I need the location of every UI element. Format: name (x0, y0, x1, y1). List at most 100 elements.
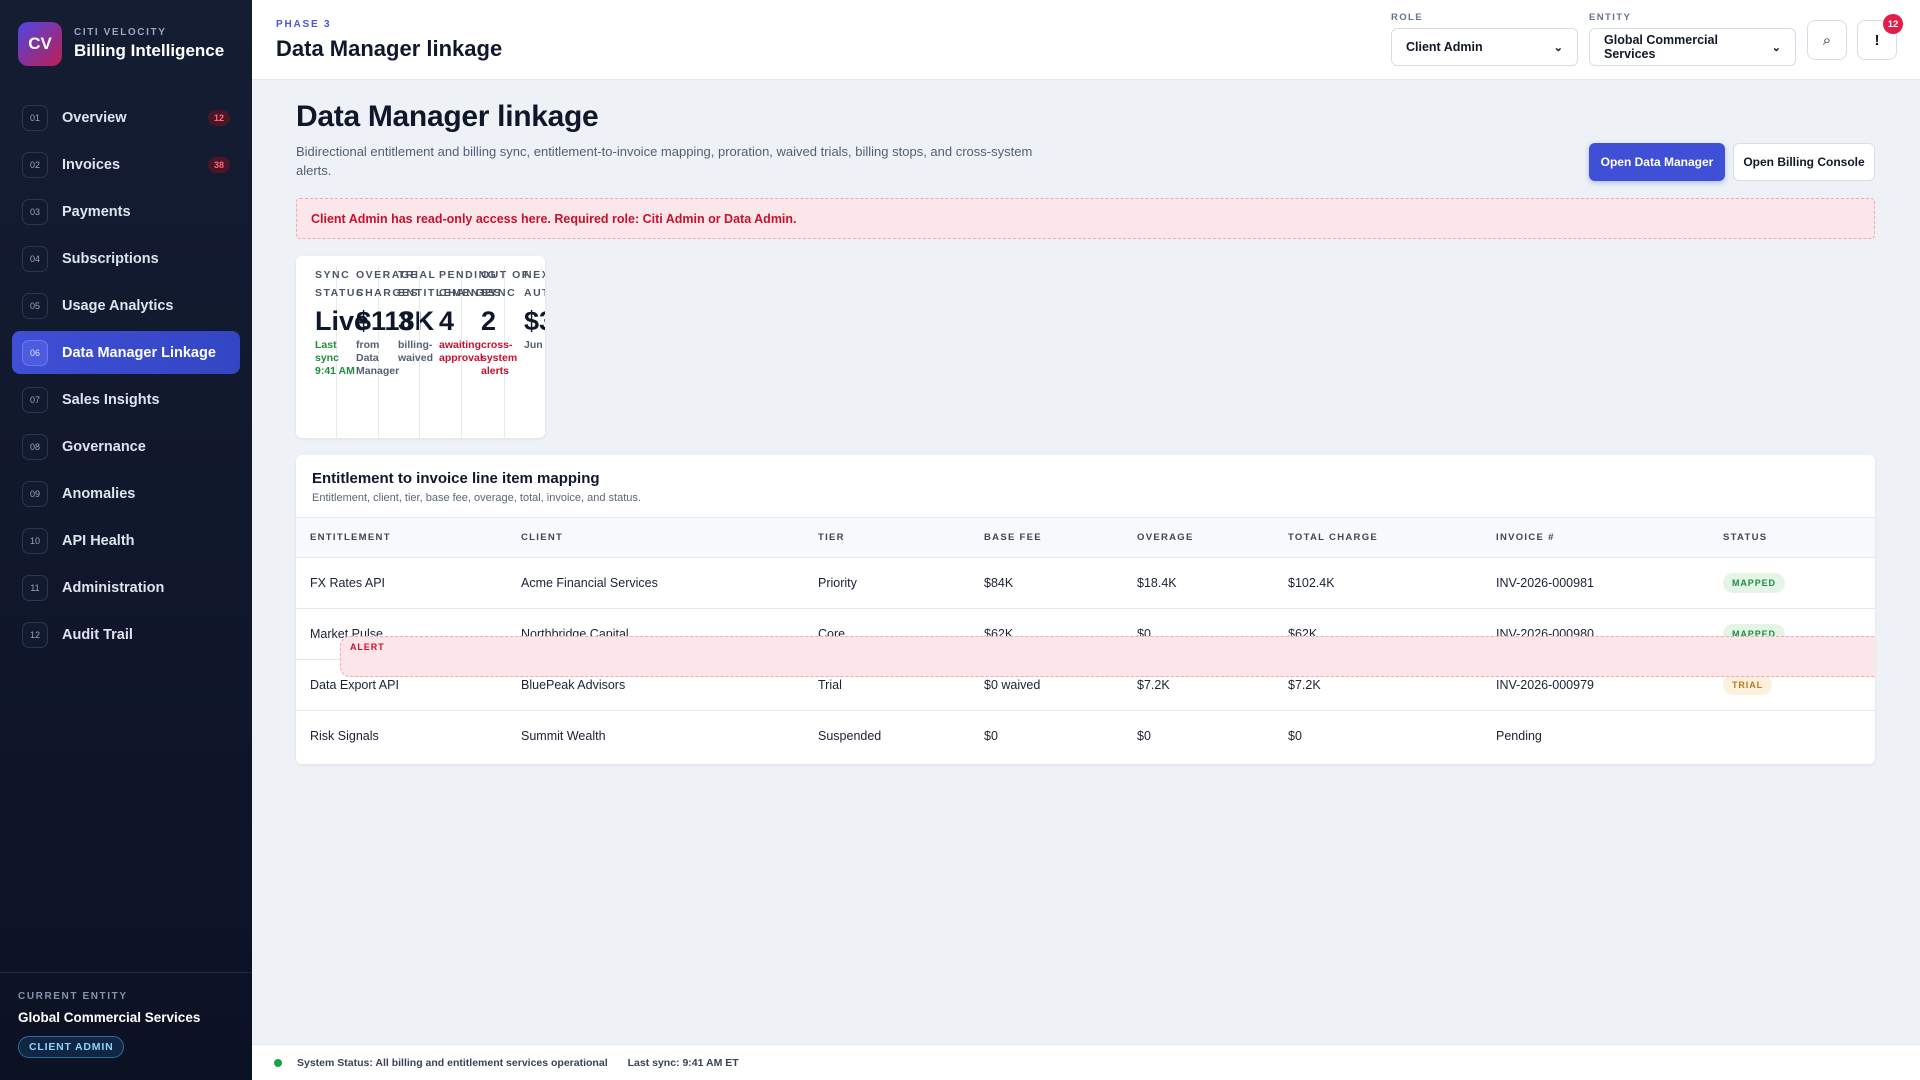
kpi-sync-status: Sync status Live Last sync 9:41 AM (296, 266, 369, 438)
page-title: Data Manager linkage (296, 100, 599, 133)
column-header[interactable]: TOTAL CHARGE (1274, 518, 1482, 558)
sidebar-item-label: Administration (62, 579, 165, 596)
sidebar-item-label: Overview (62, 109, 127, 126)
kpi-pending-changes: Pending changes 4 awaiting approval (420, 266, 501, 438)
kpi-next-auto: Next auto $3 Jun 27 (505, 266, 545, 438)
mapping-table: ENTITLEMENT CLIENT TIER BASE FEE OVERAGE TOTA… (296, 517, 1875, 762)
kpi-value: 3 (398, 306, 414, 336)
open-data-manager-button[interactable]: Open Data Manager (1589, 143, 1725, 181)
column-header[interactable]: TIER (804, 518, 970, 558)
entity-select-value: Global Commercial Services (1604, 33, 1718, 61)
sidebar-item-label: Invoices (62, 156, 121, 173)
column-header[interactable]: INVOICE # (1482, 518, 1709, 558)
sidebar: CV CITI VELOCITY Billing Intelligence 01… (0, 0, 252, 1080)
sidebar-item-administration[interactable]: 11 Administration (12, 566, 240, 609)
cell-base-fee: $84K (984, 576, 1014, 590)
status-indicator-dot (274, 1058, 282, 1067)
column-header[interactable]: OVERAGE (1123, 518, 1274, 558)
role-select-group: ROLE Client Admin ⌄ (1391, 12, 1578, 66)
status-bar: System Status: All billing and entitleme… (252, 1044, 1920, 1080)
top-header: PHASE 3 Data Manager linkage ROLE Client… (252, 0, 1920, 80)
sidebar-nav: 01 Overview 12 02 Invoices 38 03 Payments 04 Subs… (0, 96, 252, 656)
sidebar-item-number: 11 (22, 574, 48, 601)
cell-base-fee: $0 (984, 729, 998, 744)
cell-status: ALERT (340, 635, 1875, 762)
alert-icon: ! (1874, 31, 1880, 49)
system-status-text: System Status: All billing and entitleme… (297, 1056, 608, 1069)
role-select[interactable]: Client Admin ⌄ (1391, 28, 1578, 66)
search-button[interactable]: ⌕ (1807, 20, 1847, 60)
cell-invoice: Pending (1496, 729, 1542, 744)
brand-logo: CV (18, 22, 62, 66)
cell-client: Summit Wealth (521, 729, 606, 744)
role-badge: CLIENT ADMIN (18, 1036, 125, 1058)
cell-tier: Suspended (818, 729, 882, 744)
count-badge: 38 (207, 156, 230, 173)
sidebar-item-anomalies[interactable]: 09 Anomalies (12, 472, 240, 515)
brand-subtitle: CITI VELOCITY (74, 27, 167, 38)
sidebar-item-label: Subscriptions (62, 250, 159, 267)
role-select-label: ROLE (1391, 12, 1423, 23)
read-only-alert: Client Admin has read-only access here. … (296, 198, 1875, 239)
sidebar-item-label: Governance (62, 438, 146, 455)
table-row[interactable]: FX Rates API Acme Financial Services Prior… (296, 558, 1875, 609)
sidebar-item-label: API Health (62, 532, 135, 549)
kpi-subtext: Jun 27 (524, 339, 545, 351)
current-entity-name: Global Commercial Services (18, 1010, 201, 1025)
sidebar-item-data-manager-linkage[interactable]: 06 Data Manager Linkage (12, 331, 240, 374)
kpi-value: 4 (439, 306, 455, 336)
page-description: Bidirectional entitlement and billing sy… (296, 144, 1033, 178)
cell-total: $102.4K (1288, 576, 1335, 590)
sidebar-item-audit-trail[interactable]: 12 Audit Trail (12, 613, 240, 656)
sidebar-item-number: 09 (22, 480, 48, 507)
entity-select-group: ENTITY Global Commercial Services ⌄ (1589, 12, 1796, 66)
notification-count-badge: 12 (1883, 14, 1903, 34)
column-header[interactable]: BASE FEE (970, 518, 1123, 558)
column-header[interactable]: ENTITLEMENT (296, 518, 507, 558)
sidebar-item-sales-insights[interactable]: 07 Sales Insights (12, 378, 240, 421)
notifications-button[interactable]: ! 12 (1857, 14, 1903, 60)
sidebar-item-overview[interactable]: 01 Overview 12 (12, 96, 240, 139)
sidebar-item-invoices[interactable]: 02 Invoices 38 (12, 143, 240, 186)
sidebar-item-number: 06 (22, 339, 48, 366)
cell-status: MAPPED (1709, 558, 1875, 609)
sidebar-item-payments[interactable]: 03 Payments (12, 190, 240, 233)
sidebar-item-number: 03 (22, 198, 48, 225)
phase-label: PHASE 3 (276, 19, 332, 30)
role-select-value: Client Admin (1406, 40, 1483, 54)
sidebar-item-governance[interactable]: 08 Governance (12, 425, 240, 468)
kpi-value: $3 (524, 306, 545, 336)
sidebar-item-label: Sales Insights (62, 391, 160, 408)
table-row[interactable]: Risk Signals Summit Wealth Suspended $0 $0 $0… (296, 635, 1875, 762)
column-header[interactable]: CLIENT (507, 518, 804, 558)
cell-entitlement: Risk Signals (310, 729, 379, 744)
chevron-down-icon: ⌄ (1553, 41, 1563, 54)
sidebar-item-api-health[interactable]: 10 API Health (12, 519, 240, 562)
sidebar-item-number: 04 (22, 245, 48, 272)
sidebar-item-number: 12 (22, 621, 48, 648)
kpi-value: $118K (356, 306, 435, 336)
brand-title: Billing Intelligence (74, 41, 225, 60)
sidebar-item-label: Usage Analytics (62, 297, 174, 314)
sidebar-item-subscriptions[interactable]: 04 Subscriptions (12, 237, 240, 280)
brand[interactable]: CV CITI VELOCITY Billing Intelligence (0, 0, 252, 88)
header-title: Data Manager linkage (276, 36, 503, 61)
column-header[interactable]: STATUS (1709, 518, 1875, 558)
table-header-row: ENTITLEMENT CLIENT TIER BASE FEE OVERAGE TOTA… (296, 517, 1875, 558)
current-entity-label: CURRENT ENTITY (18, 991, 128, 1002)
current-entity-panel: CURRENT ENTITY Global Commercial Service… (0, 972, 252, 1080)
sidebar-item-label: Anomalies (62, 485, 136, 502)
entity-select[interactable]: Global Commercial Services ⌄ (1589, 28, 1796, 66)
entity-select-label: ENTITY (1589, 12, 1632, 23)
sidebar-item-number: 02 (22, 151, 48, 178)
cell-tier: Priority (818, 576, 857, 590)
main-content: Data Manager linkage Bidirectional entit… (252, 80, 1920, 1044)
sidebar-item-number: 01 (22, 104, 48, 131)
open-billing-console-button[interactable]: Open Billing Console (1733, 143, 1875, 181)
sidebar-item-usage-analytics[interactable]: 05 Usage Analytics (12, 284, 240, 327)
sidebar-item-label: Data Manager Linkage (62, 344, 216, 361)
kpi-strip: Sync status Live Last sync 9:41 AM Overage … (296, 256, 545, 438)
sidebar-item-number: 08 (22, 433, 48, 460)
sidebar-item-label: Payments (62, 203, 131, 220)
sidebar-item-number: 10 (22, 527, 48, 554)
